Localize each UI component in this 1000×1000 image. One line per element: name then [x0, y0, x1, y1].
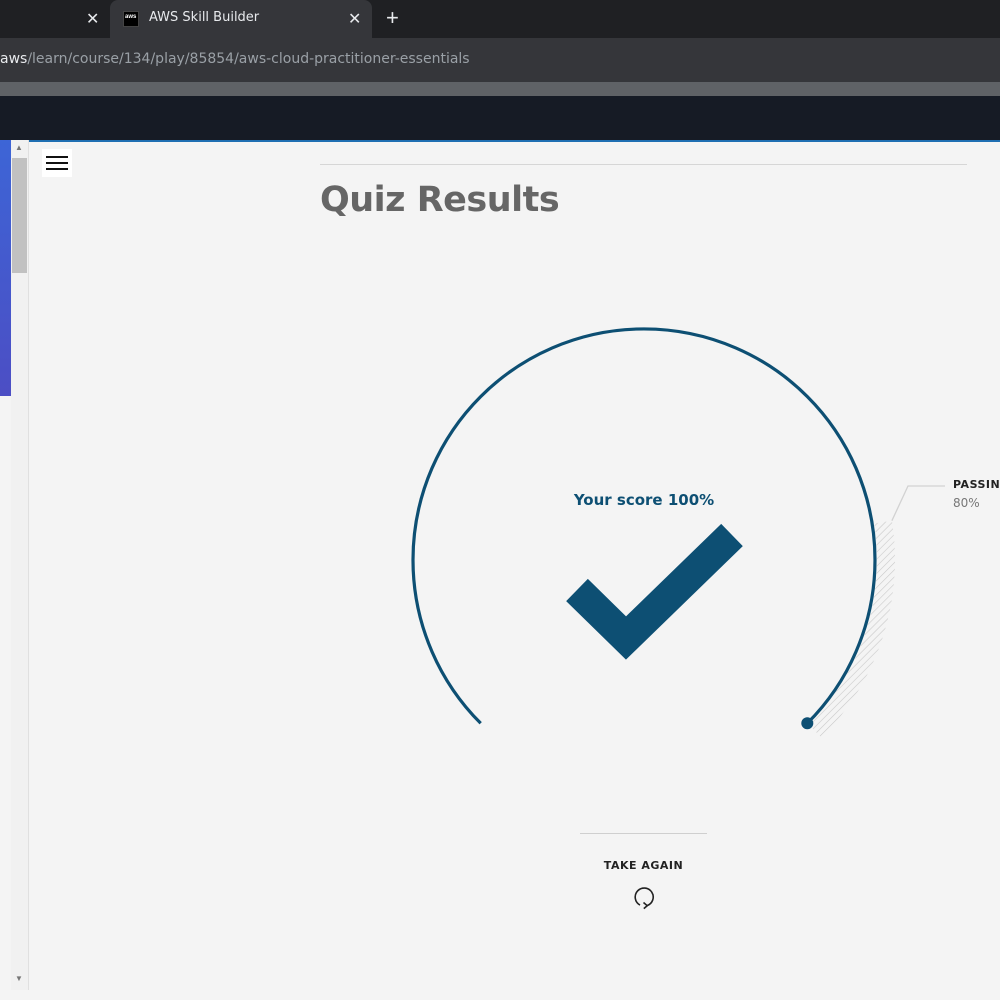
- retry-icon[interactable]: [631, 884, 657, 910]
- passing-value: 80%: [953, 496, 980, 510]
- take-again-button[interactable]: TAKE AGAIN: [560, 859, 727, 872]
- checkmark-icon: [566, 523, 743, 660]
- take-again-divider: [580, 833, 707, 834]
- score-text: Your score 100%: [573, 491, 715, 509]
- passing-zone-hatch: [808, 520, 895, 738]
- passing-leader-line: [891, 485, 945, 521]
- score-end-dot: [801, 717, 814, 730]
- score-arc: [411, 327, 877, 725]
- score-gauge: [411, 327, 945, 738]
- passing-label: PASSING: [953, 478, 1000, 491]
